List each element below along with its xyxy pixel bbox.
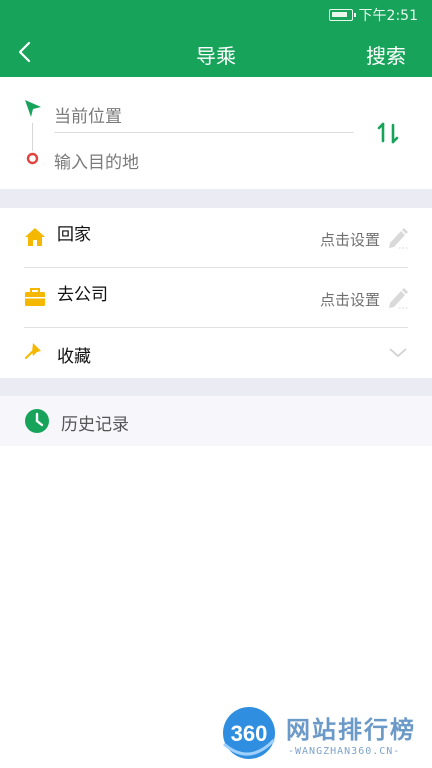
history-row[interactable]: 历史记录 <box>0 396 432 446</box>
collect-label: 收藏 <box>57 347 91 367</box>
home-label: 回家 <box>57 225 91 245</box>
app-header: 下午2:51 导乘 搜索 <box>0 0 432 77</box>
status-bar: 下午2:51 <box>328 5 418 25</box>
watermark-brand: 网站排行榜 <box>286 716 416 744</box>
history-label: 历史记录 <box>61 415 129 435</box>
status-time-value: 2:51 <box>386 8 418 24</box>
company-label: 去公司 <box>57 285 108 305</box>
watermark: 360 网站排行榜 -WANGZHAN360.CN- <box>220 704 430 764</box>
route-divider <box>54 132 354 133</box>
navigation-arrow-icon <box>25 100 41 117</box>
section-spacer <box>0 378 432 396</box>
status-time: 下午2:51 <box>359 5 418 25</box>
battery-icon <box>328 9 356 21</box>
chevron-down-icon[interactable] <box>388 346 408 360</box>
swap-route-button[interactable] <box>374 119 402 147</box>
route-connector <box>32 123 33 151</box>
company-row[interactable]: 去公司 点击设置 <box>0 268 432 326</box>
home-icon <box>25 228 45 246</box>
origin-input[interactable]: 当前位置 <box>54 95 354 133</box>
favorites-list: 回家 点击设置 去公司 点击设置 收藏 <box>0 208 432 378</box>
status-time-prefix: 下午 <box>358 8 387 24</box>
clock-icon <box>25 409 49 433</box>
route-panel: 当前位置 输入目的地 <box>0 77 432 189</box>
pencil-icon[interactable] <box>386 225 410 249</box>
section-spacer <box>0 189 432 208</box>
watermark-logo-icon: 360 <box>223 707 276 759</box>
pin-icon <box>25 343 41 359</box>
destination-input[interactable]: 输入目的地 <box>54 141 354 179</box>
watermark-logo-text: 360 <box>231 721 268 746</box>
destination-dot-icon <box>26 152 39 165</box>
company-set-link[interactable]: 点击设置 <box>320 289 380 310</box>
pencil-icon[interactable] <box>386 285 410 309</box>
search-button[interactable]: 搜索 <box>366 40 406 69</box>
watermark-site: -WANGZHAN360.CN- <box>288 746 401 757</box>
briefcase-icon <box>25 288 45 306</box>
home-row[interactable]: 回家 点击设置 <box>0 208 432 266</box>
home-set-link[interactable]: 点击设置 <box>320 229 380 250</box>
collect-row[interactable]: 收藏 <box>0 328 432 378</box>
